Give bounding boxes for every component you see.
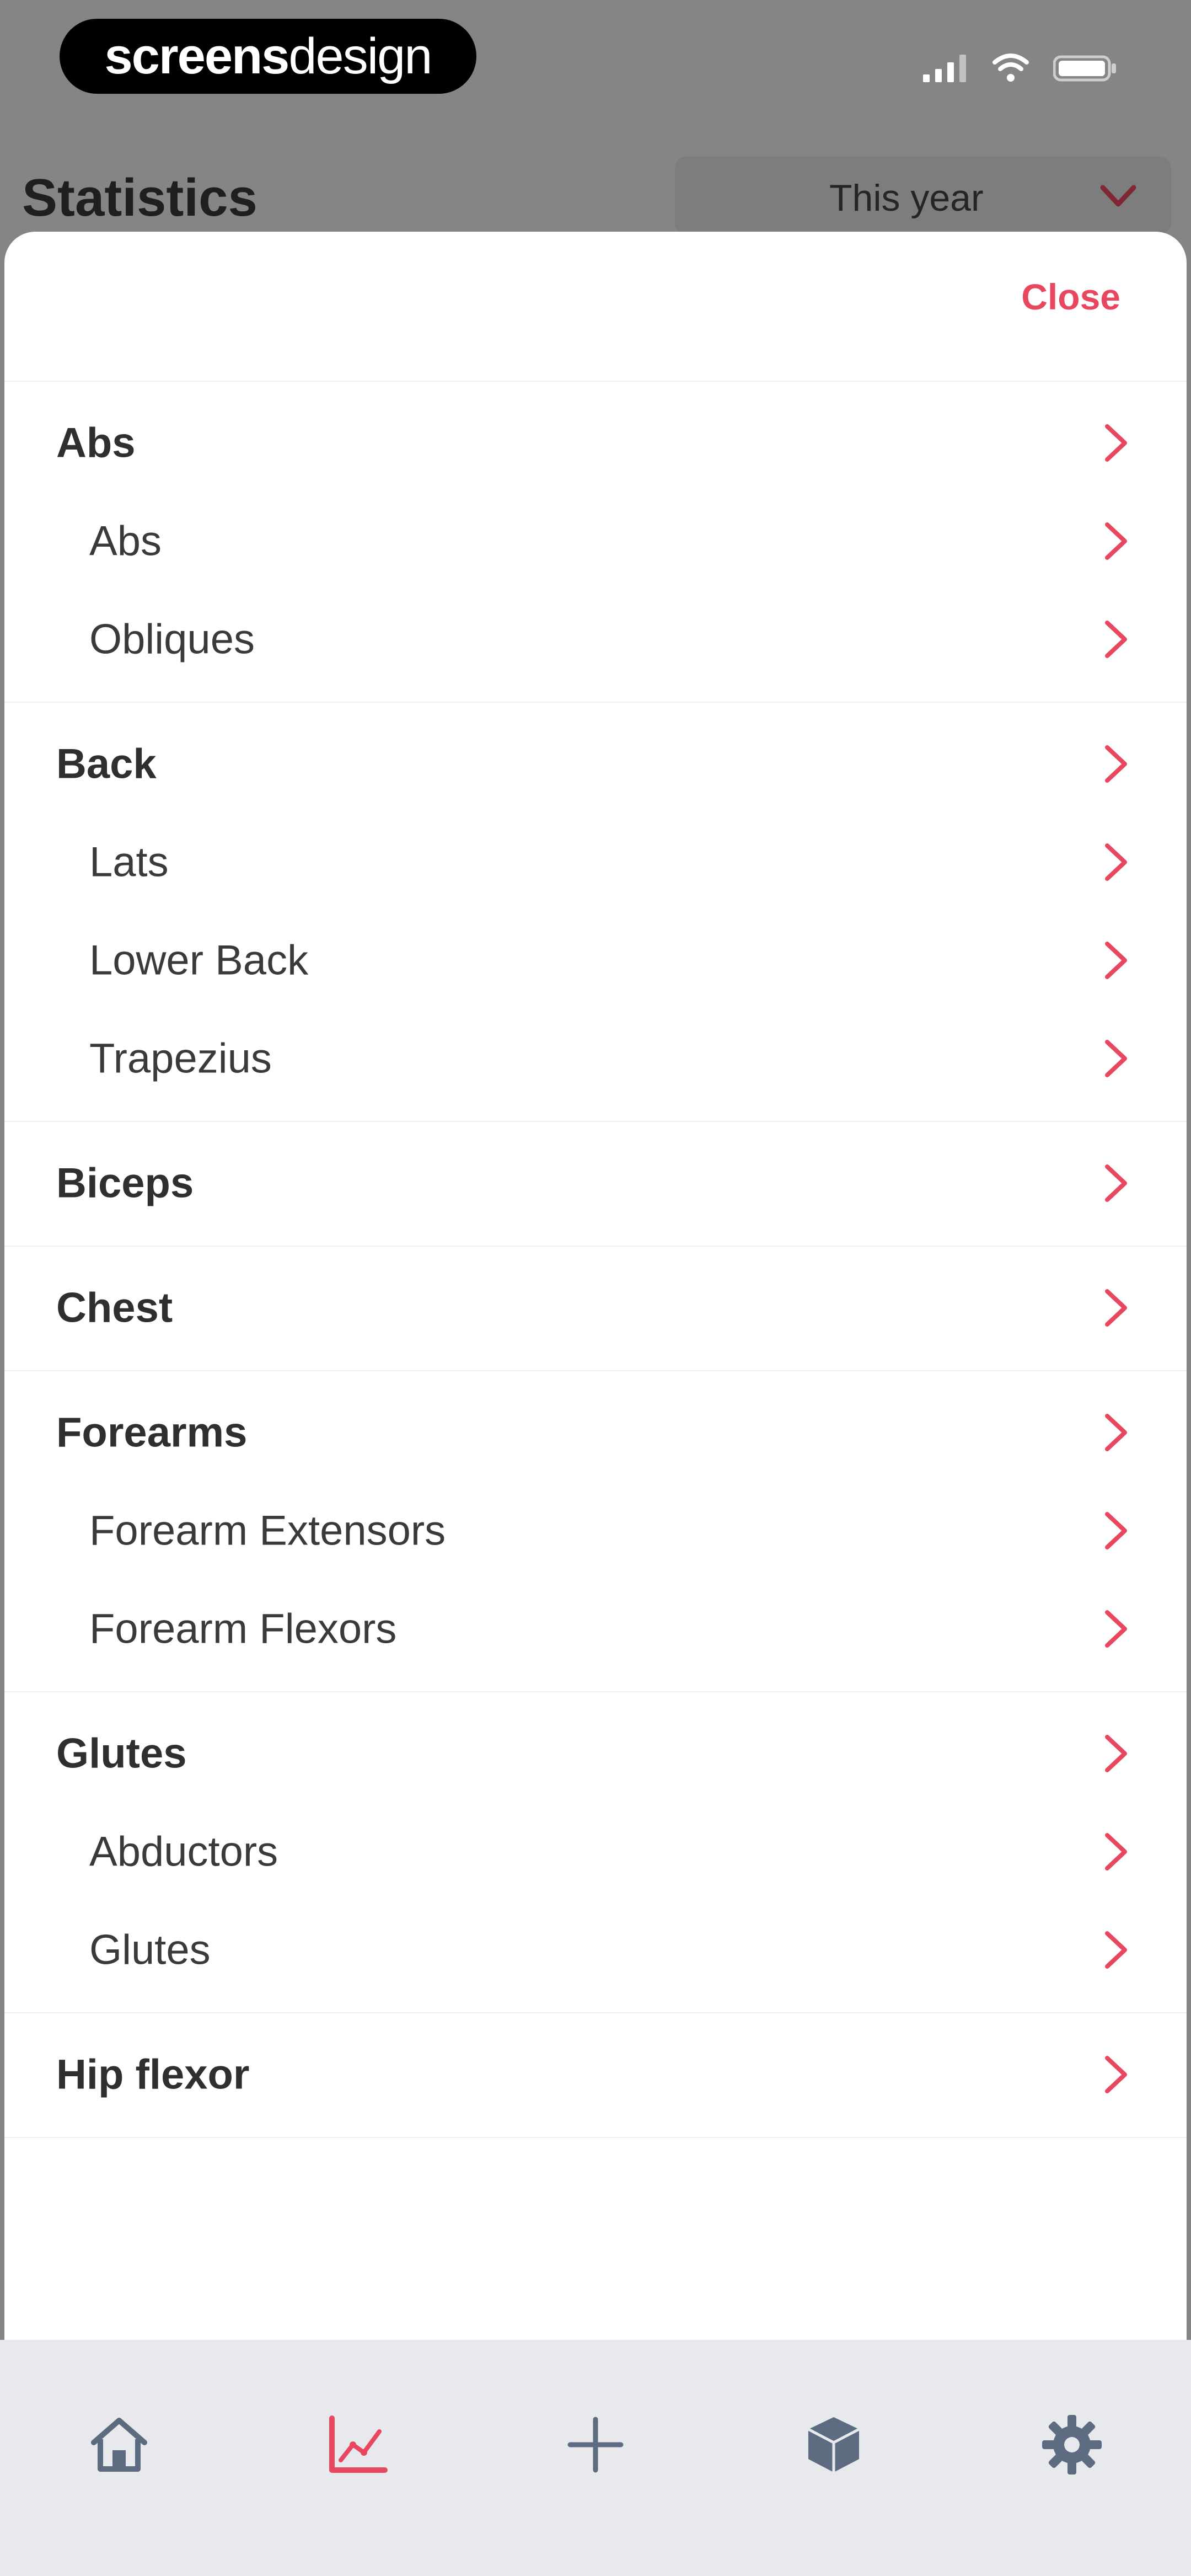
- group-hip-flexor: Hip flexor: [4, 2013, 1187, 2138]
- group-biceps: Biceps: [4, 1122, 1187, 1247]
- list-item-forearm-extensors[interactable]: Forearm Extensors: [4, 1482, 1187, 1580]
- chevron-right-icon: [1105, 1833, 1127, 1870]
- cellular-signal-icon: [923, 55, 966, 82]
- chevron-right-icon: [1105, 1164, 1127, 1202]
- brand-logo: screensdesign: [60, 19, 476, 94]
- home-icon: [91, 2418, 147, 2472]
- statistics-chart-icon: [329, 2415, 388, 2473]
- tab-add[interactable]: [540, 2406, 651, 2483]
- list-item-lower-back[interactable]: Lower Back: [4, 911, 1187, 1009]
- battery-icon: [1053, 55, 1116, 82]
- chevron-right-icon: [1105, 522, 1127, 560]
- chevron-right-icon: [1105, 424, 1127, 462]
- muscle-group-sheet: Close Abs Abs Obliques Back Lats Lower B…: [4, 232, 1187, 2576]
- list-item-label: Hip flexor: [56, 2051, 250, 2098]
- list-item-biceps[interactable]: Biceps: [4, 1134, 1187, 1232]
- list-item-obliques[interactable]: Obliques: [4, 590, 1187, 688]
- list-item-label: Lower Back: [89, 937, 309, 984]
- chevron-right-icon: [1105, 1289, 1127, 1327]
- list-item-hip-flexor[interactable]: Hip flexor: [4, 2025, 1187, 2124]
- list-item-back[interactable]: Back: [4, 715, 1187, 813]
- list-item-label: Trapezius: [89, 1035, 272, 1082]
- chevron-right-icon: [1105, 1414, 1127, 1451]
- muscle-group-list: Abs Abs Obliques Back Lats Lower Back Tr…: [4, 382, 1187, 2138]
- sheet-header: Close: [4, 232, 1187, 382]
- tab-statistics[interactable]: [302, 2406, 412, 2483]
- group-back: Back Lats Lower Back Trapezius: [4, 703, 1187, 1122]
- list-item-forearms[interactable]: Forearms: [4, 1383, 1187, 1482]
- list-item-label: Glutes: [56, 1730, 187, 1777]
- list-item-forearm-flexors[interactable]: Forearm Flexors: [4, 1580, 1187, 1678]
- chevron-right-icon: [1105, 1735, 1127, 1772]
- list-item-abs-sub[interactable]: Abs: [4, 492, 1187, 590]
- list-item-label: Back: [56, 740, 157, 788]
- tab-home[interactable]: [64, 2406, 174, 2483]
- list-item-label: Obliques: [89, 616, 255, 663]
- add-icon: [567, 2417, 624, 2473]
- list-item-chest[interactable]: Chest: [4, 1259, 1187, 1357]
- chevron-right-icon: [1105, 1610, 1127, 1648]
- list-item-label: Abs: [56, 419, 136, 467]
- tab-bar: [0, 2340, 1191, 2576]
- list-item-label: Forearm Extensors: [89, 1507, 446, 1554]
- list-item-trapezius[interactable]: Trapezius: [4, 1009, 1187, 1108]
- chevron-right-icon: [1105, 843, 1127, 881]
- wifi-icon: [993, 54, 1029, 82]
- brand-bold-text: screens: [104, 28, 290, 84]
- cube-icon: [807, 2417, 860, 2472]
- list-item-label: Glutes: [89, 1926, 211, 1974]
- tab-exercises[interactable]: [779, 2406, 889, 2483]
- chevron-right-icon: [1105, 942, 1127, 979]
- list-item-label: Biceps: [56, 1159, 194, 1207]
- tab-settings[interactable]: [1017, 2406, 1127, 2483]
- chevron-right-icon: [1105, 745, 1127, 783]
- close-button[interactable]: Close: [1021, 276, 1120, 318]
- list-item-abductors[interactable]: Abductors: [4, 1803, 1187, 1901]
- group-abs: Abs Abs Obliques: [4, 382, 1187, 703]
- chevron-right-icon: [1105, 1040, 1127, 1077]
- list-item-glutes[interactable]: Glutes: [4, 1704, 1187, 1803]
- list-item-glutes-sub[interactable]: Glutes: [4, 1901, 1187, 1999]
- chevron-right-icon: [1105, 621, 1127, 658]
- group-forearms: Forearms Forearm Extensors Forearm Flexo…: [4, 1371, 1187, 1692]
- chevron-right-icon: [1105, 1512, 1127, 1549]
- list-item-label: Abs: [89, 517, 162, 565]
- list-item-label: Forearm Flexors: [89, 1605, 397, 1653]
- status-icons: [922, 49, 1119, 87]
- status-bar: screensdesign: [0, 0, 1191, 116]
- list-item-label: Forearms: [56, 1409, 248, 1456]
- list-item-abs[interactable]: Abs: [4, 394, 1187, 492]
- list-item-lats[interactable]: Lats: [4, 813, 1187, 911]
- group-chest: Chest: [4, 1247, 1187, 1371]
- chevron-right-icon: [1105, 1931, 1127, 1969]
- settings-gear-icon: [1042, 2415, 1102, 2475]
- group-glutes: Glutes Abductors Glutes: [4, 1692, 1187, 2013]
- chevron-right-icon: [1105, 2056, 1127, 2093]
- list-item-label: Lats: [89, 838, 169, 886]
- list-item-label: Abductors: [89, 1828, 278, 1875]
- list-item-label: Chest: [56, 1284, 173, 1332]
- brand-light-text: design: [288, 28, 432, 84]
